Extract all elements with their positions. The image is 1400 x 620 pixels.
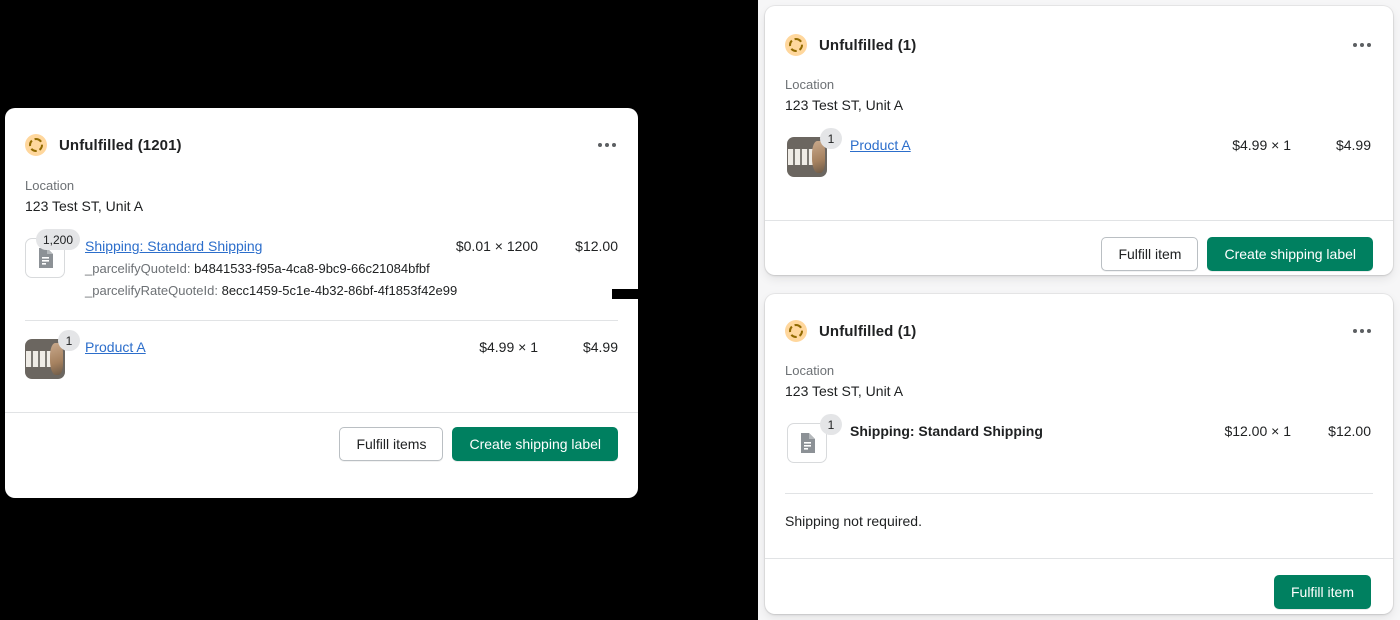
card-footer-actions: Fulfill items Create shipping label: [5, 413, 638, 475]
card-header: Unfulfilled (1): [765, 6, 1393, 56]
card-header: Unfulfilled (1201): [5, 108, 638, 156]
unfulfilled-circle-icon: [785, 320, 807, 342]
line-item-thumbnail: 1,200: [25, 229, 80, 278]
screenshot-stage: Unfulfilled (1201) Location 123 Test ST,…: [0, 0, 1400, 620]
location-label: Location: [785, 77, 835, 92]
after-fulfillment-panel: Unfulfilled (1) Location 123 Test ST, Un…: [758, 0, 1400, 620]
line-item-name-link[interactable]: Shipping: Standard Shipping: [85, 238, 262, 254]
fulfill-item-button[interactable]: Fulfill item: [1101, 237, 1199, 271]
line-item-meta: _parcelifyRateQuoteId: 8ecc1459-5c1e-4b3…: [85, 283, 618, 298]
location-value: 123 Test ST, Unit A: [25, 198, 144, 214]
line-item-unit-price: $0.01 × 1200: [455, 238, 538, 254]
shipping-note: Shipping not required.: [765, 494, 1393, 531]
card-footer-actions: Fulfill item Create shipping label: [765, 221, 1393, 275]
line-item-thumbnail: 1: [25, 330, 80, 379]
create-shipping-label-button[interactable]: Create shipping label: [452, 427, 618, 461]
line-item-row: 1,200 Shipping: Standard Shipping $0.01 …: [5, 214, 638, 298]
line-item-total: $4.99: [1335, 137, 1371, 153]
line-item-row: 1 Product A $4.99 × 1 $4.99: [5, 321, 638, 379]
meta-key: _parcelifyQuoteId:: [85, 261, 191, 276]
line-item-total: $12.00: [575, 238, 618, 254]
meta-key: _parcelifyRateQuoteId:: [85, 283, 218, 298]
quantity-badge: 1,200: [35, 229, 80, 250]
line-item-name: Shipping: Standard Shipping: [850, 423, 1043, 439]
create-shipping-label-button[interactable]: Create shipping label: [1207, 237, 1373, 271]
line-item-thumbnail: 1: [787, 414, 842, 463]
unfulfilled-circle-icon: [785, 34, 807, 56]
line-item-total: $4.99: [582, 339, 618, 355]
location-block: Location 123 Test ST, Unit A: [765, 56, 1393, 113]
line-item-name-link[interactable]: Product A: [850, 137, 911, 153]
line-item-row: 1 Product A $4.99 × 1 $4.99: [765, 113, 1393, 177]
kebab-menu-icon[interactable]: [1351, 325, 1373, 337]
line-item-meta: _parcelifyQuoteId: b4841533-f95a-4ca8-9b…: [85, 261, 618, 276]
line-item-total: $12.00: [1328, 423, 1371, 439]
card-header: Unfulfilled (1): [765, 294, 1393, 342]
meta-value: 8ecc1459-5c1e-4b32-86bf-4f1853f42e99: [221, 283, 458, 298]
line-item-name-link[interactable]: Product A: [85, 339, 146, 355]
location-block: Location 123 Test ST, Unit A: [765, 342, 1393, 399]
backdrop-block: [638, 0, 760, 620]
quantity-badge: 1: [820, 128, 842, 149]
unfulfilled-circle-icon: [25, 134, 47, 156]
after-card-2: Unfulfilled (1) Location 123 Test ST, Un…: [765, 294, 1393, 614]
before-fulfillment-card: Unfulfilled (1201) Location 123 Test ST,…: [5, 108, 638, 498]
line-item-unit-price: $4.99 × 1: [1232, 137, 1291, 153]
fulfill-items-button[interactable]: Fulfill items: [339, 427, 444, 461]
kebab-menu-icon[interactable]: [596, 139, 618, 151]
card-title: Unfulfilled (1201): [59, 136, 182, 154]
line-item-thumbnail: 1: [787, 128, 842, 177]
card-title: Unfulfilled (1): [819, 36, 917, 54]
location-label: Location: [25, 178, 75, 193]
card-footer-actions: Fulfill item: [765, 559, 1393, 614]
location-block: Location 123 Test ST, Unit A: [5, 156, 638, 214]
meta-value: b4841533-f95a-4ca8-9bc9-66c21084bfbf: [194, 261, 430, 276]
line-item-row: 1 Shipping: Standard Shipping $12.00 × 1…: [765, 399, 1393, 463]
location-value: 123 Test ST, Unit A: [785, 383, 904, 399]
shipping-note-text: Shipping not required.: [785, 513, 922, 529]
document-icon-glyph: [39, 248, 53, 268]
line-item-unit-price: $12.00 × 1: [1224, 423, 1291, 439]
fulfill-item-button[interactable]: Fulfill item: [1273, 575, 1371, 609]
location-label: Location: [785, 363, 835, 378]
kebab-menu-icon[interactable]: [1351, 39, 1373, 51]
location-value: 123 Test ST, Unit A: [785, 97, 904, 113]
after-card-1: Unfulfilled (1) Location 123 Test ST, Un…: [765, 6, 1393, 275]
document-icon-glyph: [801, 433, 815, 453]
line-item-unit-price: $4.99 × 1: [479, 339, 538, 355]
card-title: Unfulfilled (1): [819, 322, 917, 340]
quantity-badge: 1: [58, 330, 80, 351]
quantity-badge: 1: [820, 414, 842, 435]
